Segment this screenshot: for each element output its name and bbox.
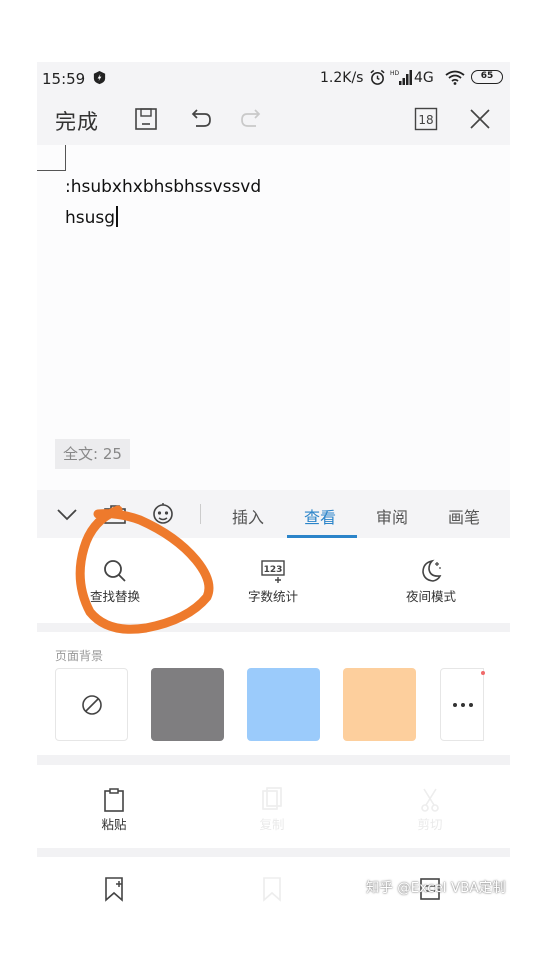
alarm-icon (370, 69, 385, 85)
find-replace-button[interactable]: 查找替换 (65, 558, 165, 605)
document-line[interactable]: :hsubxhxbhsbhssvssvd (65, 177, 261, 197)
net-speed: 1.2K/s (320, 70, 364, 86)
svg-text:123: 123 (264, 565, 283, 575)
swatch-more[interactable] (440, 668, 485, 741)
page-background-panel: 页面背景 (37, 632, 510, 755)
no-background-icon (82, 695, 102, 715)
find-replace-label: 查找替换 (89, 589, 140, 604)
tab-pen[interactable]: 画笔 (448, 504, 480, 528)
edit-actions-panel: 粘贴 复制 剪切 (37, 765, 510, 848)
swatch-blue[interactable] (247, 668, 320, 741)
copy-label: 复制 (259, 817, 285, 832)
robot-face-icon[interactable] (151, 502, 175, 526)
status-bar: 15:59 1.2K/s HD 4G 65 (37, 62, 510, 94)
night-mode-label: 夜间模式 (405, 589, 456, 604)
bookmark-icon[interactable] (261, 876, 283, 902)
editor-toolbar: 完成 18 (37, 94, 510, 145)
copy-icon (262, 787, 282, 810)
done-button[interactable]: 完成 (55, 106, 99, 136)
word-count-label: 字数统计 (247, 589, 298, 604)
section-divider (37, 755, 510, 765)
document-area[interactable]: :hsubxhxbhsbhssvssvd hsusg 全文: 25 (37, 145, 510, 490)
section-divider (37, 848, 510, 857)
status-time: 15:59 (42, 70, 86, 88)
word-count-icon: 123 (261, 560, 285, 583)
paste-icon (104, 788, 124, 812)
swatch-orange[interactable] (343, 668, 416, 741)
swatch-gray[interactable] (151, 668, 224, 741)
close-icon[interactable] (467, 106, 493, 132)
swatch-none[interactable] (55, 668, 128, 741)
night-mode-icon (422, 559, 442, 582)
cut-icon (421, 788, 439, 812)
word-count-badge: 全文: 25 (55, 439, 130, 469)
redo-icon[interactable] (240, 106, 266, 132)
tab-view[interactable]: 查看 (304, 504, 336, 528)
undo-icon[interactable] (186, 106, 212, 132)
svg-text:HD: HD (390, 70, 400, 77)
collapse-chevron-icon[interactable] (55, 502, 79, 526)
page-corner-marker (37, 145, 66, 171)
tab-review[interactable]: 审阅 (376, 504, 408, 528)
ribbon-tab-bar: 插入 查看 审阅 画笔 (37, 490, 510, 538)
tab-separator (200, 504, 201, 524)
paste-button[interactable]: 粘贴 (79, 787, 149, 833)
signal-icon: HD (390, 70, 412, 85)
page-background-title: 页面背景 (55, 649, 104, 663)
speed-boost-icon (93, 70, 106, 85)
night-mode-button[interactable]: 夜间模式 (381, 558, 481, 605)
copy-button[interactable]: 复制 (237, 787, 307, 833)
wifi-icon (445, 70, 465, 85)
page-count-icon[interactable]: 18 (413, 106, 439, 132)
network-type: 4G (414, 70, 434, 86)
paste-label: 粘贴 (101, 817, 127, 832)
tab-insert[interactable]: 插入 (232, 504, 264, 528)
cut-label: 剪切 (417, 817, 443, 832)
more-icon (453, 671, 485, 707)
add-bookmark-icon[interactable] (103, 876, 125, 902)
save-icon[interactable] (133, 106, 159, 132)
cut-button[interactable]: 剪切 (395, 787, 465, 833)
section-divider (37, 623, 510, 632)
text-cursor (116, 206, 119, 227)
document-line[interactable]: hsusg (65, 206, 119, 228)
svg-text:18: 18 (418, 113, 433, 127)
view-tools-panel: 查找替换 123 字数统计 夜间模式 (37, 538, 510, 623)
search-icon (104, 560, 126, 582)
battery-icon: 65 (471, 70, 503, 84)
phone-screen: 15:59 1.2K/s HD 4G 65 完成 18:hsubxhxbhsb… (37, 62, 510, 907)
word-count-button[interactable]: 123 字数统计 (223, 558, 323, 605)
clipboard-edit-icon[interactable] (103, 502, 127, 526)
watermark: 知乎 @Excel VBA定制 (366, 880, 506, 896)
